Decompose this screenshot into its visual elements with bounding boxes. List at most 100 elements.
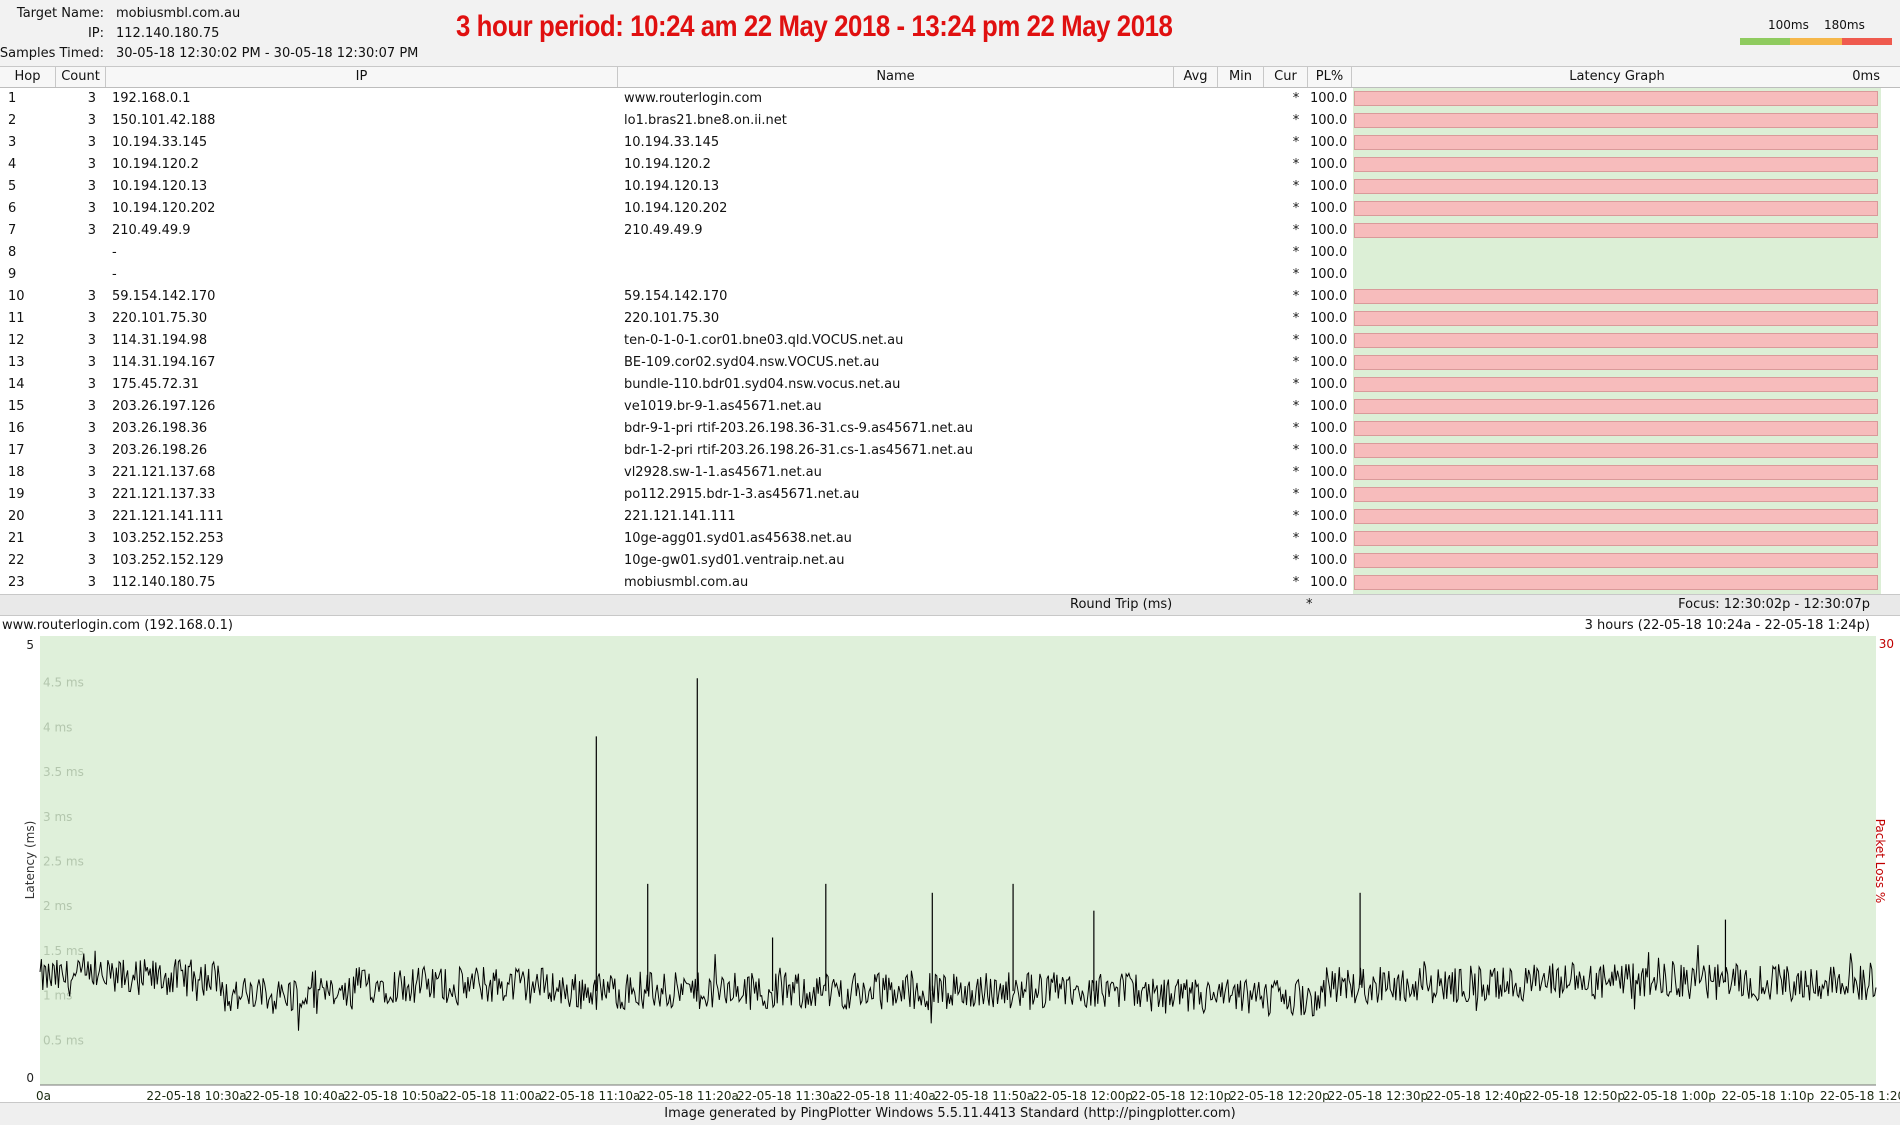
table-row[interactable]: 20 3 221.121.141.111 221.121.141.111 * 1… bbox=[0, 506, 1900, 528]
hop-packet-loss: 100.0 bbox=[1310, 509, 1348, 524]
y-tick-label: 2.5 ms bbox=[43, 855, 84, 869]
hop-latency-graph bbox=[1353, 528, 1881, 550]
column-header-ip[interactable]: IP bbox=[106, 67, 618, 87]
x-tick-label: 22-05-18 12:30p bbox=[1328, 1089, 1428, 1102]
table-row[interactable]: 8 - * 100.0 bbox=[0, 242, 1900, 264]
hop-latency-graph bbox=[1353, 88, 1881, 110]
hop-cur: * bbox=[1292, 311, 1300, 326]
column-header-hop[interactable]: Hop bbox=[0, 67, 56, 87]
packet-loss-bar bbox=[1354, 289, 1878, 304]
latency-chart-svg: 0.5 ms 1 ms 1.5 ms 2 ms 2.5 ms 3 ms 3.5 ms 4 ms… bbox=[23, 636, 1900, 1103]
packet-loss-bar bbox=[1354, 157, 1878, 172]
hop-ip: 10.194.120.13 bbox=[112, 179, 208, 194]
x-tick-label: 22-05-18 1:20 bbox=[1820, 1089, 1900, 1102]
packet-loss-bar bbox=[1354, 443, 1878, 458]
column-header-avg[interactable]: Avg bbox=[1174, 67, 1218, 87]
hop-count: 3 bbox=[87, 333, 96, 348]
table-row[interactable]: 3 3 10.194.33.145 10.194.33.145 * 100.0 bbox=[0, 132, 1900, 154]
column-header-cur[interactable]: Cur bbox=[1264, 67, 1308, 87]
packet-loss-bar bbox=[1354, 421, 1878, 436]
hop-ip: 221.121.137.68 bbox=[112, 465, 216, 480]
column-header-count[interactable]: Count bbox=[56, 67, 106, 87]
table-row[interactable]: 17 3 203.26.198.26 bdr-1-2-pri rtif-203.… bbox=[0, 440, 1900, 462]
packet-loss-bar bbox=[1354, 135, 1878, 150]
hop-name: 59.154.142.170 bbox=[624, 289, 728, 304]
hop-packet-loss: 100.0 bbox=[1310, 553, 1348, 568]
hop-cur: * bbox=[1292, 179, 1300, 194]
hop-ip: 114.31.194.98 bbox=[112, 333, 208, 348]
table-row[interactable]: 21 3 103.252.152.253 10ge-agg01.syd01.as… bbox=[0, 528, 1900, 550]
hop-table-body: 1 3 192.168.0.1 www.routerlogin.com * 10… bbox=[0, 88, 1900, 594]
hop-ip: 203.26.197.126 bbox=[112, 399, 216, 414]
table-row[interactable]: 13 3 114.31.194.167 BE-109.cor02.syd04.n… bbox=[0, 352, 1900, 374]
table-row[interactable]: 15 3 203.26.197.126 ve1019.br-9-1.as4567… bbox=[0, 396, 1900, 418]
target-name-value: mobiusmbl.com.au bbox=[116, 6, 241, 21]
hop-table-header: Hop Count IP Name Avg Min Cur PL% Latenc… bbox=[0, 67, 1900, 88]
table-row[interactable]: 1 3 192.168.0.1 www.routerlogin.com * 10… bbox=[0, 88, 1900, 110]
packet-loss-bar bbox=[1354, 531, 1878, 546]
hop-latency-graph bbox=[1353, 242, 1881, 264]
table-row[interactable]: 18 3 221.121.137.68 vl2928.sw-1-1.as4567… bbox=[0, 462, 1900, 484]
hop-latency-graph bbox=[1353, 550, 1881, 572]
hop-latency-graph bbox=[1353, 374, 1881, 396]
y-axis-title: Latency (ms) bbox=[23, 821, 37, 900]
table-row[interactable]: 16 3 203.26.198.36 bdr-9-1-pri rtif-203.… bbox=[0, 418, 1900, 440]
hop-cur: * bbox=[1292, 355, 1300, 370]
table-row[interactable]: 12 3 114.31.194.98 ten-0-1-0-1.cor01.bne… bbox=[0, 330, 1900, 352]
hop-number: 11 bbox=[8, 311, 25, 326]
column-header-name[interactable]: Name bbox=[618, 67, 1174, 87]
table-row[interactable]: 5 3 10.194.120.13 10.194.120.13 * 100.0 bbox=[0, 176, 1900, 198]
table-row[interactable]: 7 3 210.49.49.9 210.49.49.9 * 100.0 bbox=[0, 220, 1900, 242]
hop-latency-graph bbox=[1353, 462, 1881, 484]
column-header-min[interactable]: Min bbox=[1218, 67, 1264, 87]
hop-cur: * bbox=[1292, 135, 1300, 150]
table-row[interactable]: 2 3 150.101.42.188 lo1.bras21.bne8.on.ii… bbox=[0, 110, 1900, 132]
samples-value: 30-05-18 12:30:02 PM - 30-05-18 12:30:07… bbox=[116, 46, 419, 61]
table-row[interactable]: 14 3 175.45.72.31 bundle-110.bdr01.syd04… bbox=[0, 374, 1900, 396]
hop-ip: 10.194.33.145 bbox=[112, 135, 208, 150]
latency-time-graph[interactable]: 0.5 ms 1 ms 1.5 ms 2 ms 2.5 ms 3 ms 3.5 ms 4 ms… bbox=[0, 636, 1900, 1103]
table-row[interactable]: 4 3 10.194.120.2 10.194.120.2 * 100.0 bbox=[0, 154, 1900, 176]
hop-count: 3 bbox=[87, 509, 96, 524]
x-tick-label: 22-05-18 12:10p bbox=[1131, 1089, 1231, 1102]
packet-loss-bar bbox=[1354, 509, 1878, 524]
x-tick-label: 22-05-18 10:50a bbox=[343, 1089, 443, 1102]
hop-latency-graph bbox=[1353, 264, 1881, 286]
table-row[interactable]: 10 3 59.154.142.170 59.154.142.170 * 100… bbox=[0, 286, 1900, 308]
samples-label: Samples Timed: bbox=[0, 46, 104, 61]
hop-name: BE-109.cor02.syd04.nsw.VOCUS.net.au bbox=[624, 355, 880, 370]
packet-loss-bar bbox=[1354, 377, 1878, 392]
hop-latency-graph bbox=[1353, 418, 1881, 440]
table-row[interactable]: 11 3 220.101.75.30 220.101.75.30 * 100.0 bbox=[0, 308, 1900, 330]
hop-number: 1 bbox=[8, 91, 17, 106]
table-row[interactable]: 23 3 112.140.180.75 mobiusmbl.com.au * 1… bbox=[0, 572, 1900, 594]
hop-packet-loss: 100.0 bbox=[1310, 443, 1348, 458]
hop-count: 3 bbox=[87, 223, 96, 238]
table-row[interactable]: 9 - * 100.0 bbox=[0, 264, 1900, 286]
table-row[interactable]: 6 3 10.194.120.202 10.194.120.202 * 100.… bbox=[0, 198, 1900, 220]
table-row[interactable]: 19 3 221.121.137.33 po112.2915.bdr-1-3.a… bbox=[0, 484, 1900, 506]
hop-ip: 221.121.137.33 bbox=[112, 487, 216, 502]
hop-packet-loss: 100.0 bbox=[1310, 289, 1348, 304]
hop-number: 14 bbox=[8, 377, 25, 392]
hop-count: 3 bbox=[87, 201, 96, 216]
column-header-pl[interactable]: PL% bbox=[1308, 67, 1352, 87]
round-trip-label: Round Trip (ms) bbox=[1070, 597, 1173, 612]
graph-title-row: www.routerlogin.com (192.168.0.1) 3 hour… bbox=[0, 617, 1900, 635]
hop-number: 12 bbox=[8, 333, 25, 348]
hop-cur: * bbox=[1292, 157, 1300, 172]
column-header-latency-graph[interactable]: Latency Graph 0ms bbox=[1352, 67, 1882, 87]
latency-graph-title: Latency Graph bbox=[1569, 69, 1665, 84]
hop-name: po112.2915.bdr-1-3.as45671.net.au bbox=[624, 487, 860, 502]
hop-packet-loss: 100.0 bbox=[1310, 421, 1348, 436]
hop-cur: * bbox=[1292, 245, 1300, 260]
hop-ip: 175.45.72.31 bbox=[112, 377, 199, 392]
hop-latency-graph bbox=[1353, 506, 1881, 528]
report-header: Target Name: mobiusmbl.com.au IP: 112.14… bbox=[0, 0, 1900, 67]
x-tick-label: 22-05-18 11:20a bbox=[639, 1089, 739, 1102]
hop-cur: * bbox=[1292, 509, 1300, 524]
hop-cur: * bbox=[1292, 289, 1300, 304]
scale-bar-good bbox=[1740, 38, 1790, 45]
table-row[interactable]: 22 3 103.252.152.129 10ge-gw01.syd01.ven… bbox=[0, 550, 1900, 572]
hop-number: 20 bbox=[8, 509, 25, 524]
